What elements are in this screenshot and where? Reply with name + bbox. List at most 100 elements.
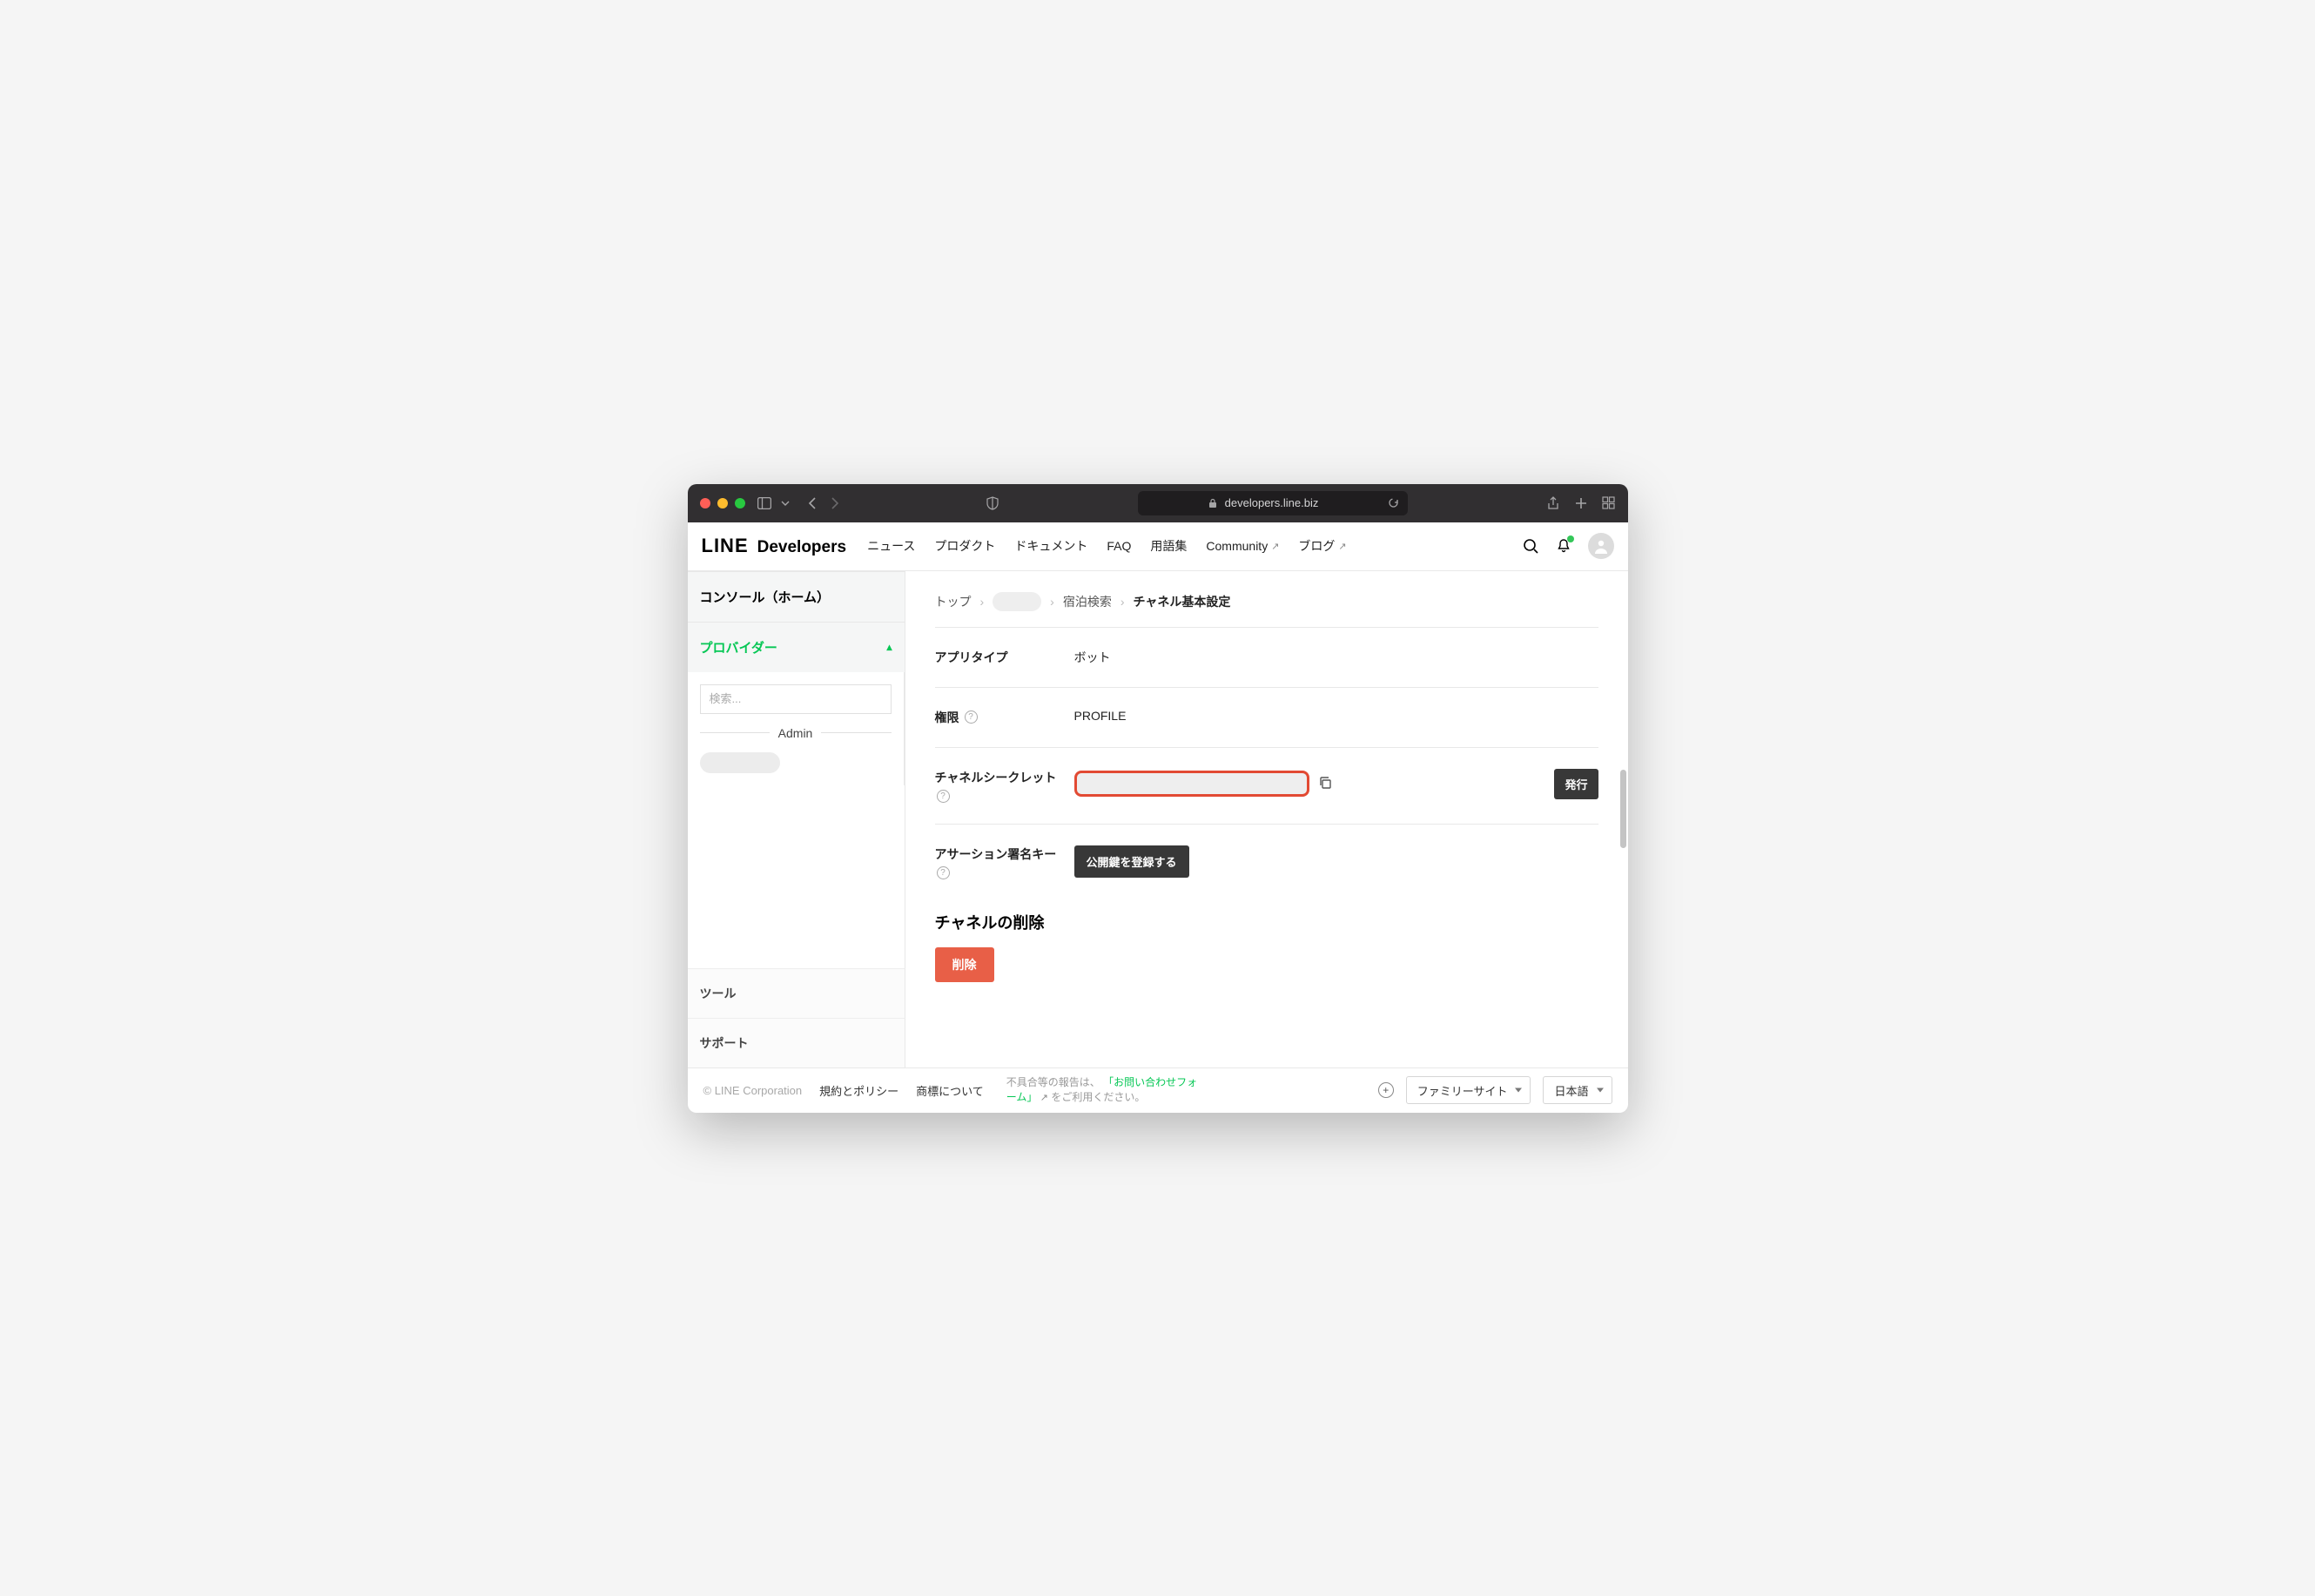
sidebar-provider-body: Admin — [688, 672, 905, 785]
shield-icon[interactable] — [986, 496, 999, 510]
scrollbar-thumb[interactable] — [1620, 770, 1626, 848]
sidebar-provider-label: プロバイダー — [700, 638, 777, 657]
search-icon[interactable] — [1522, 537, 1539, 555]
field-assertion-key: アサーション署名キー ? 公開鍵を登録する — [935, 825, 1598, 888]
sidebar-console-home-label: コンソール（ホーム） — [700, 588, 831, 606]
refresh-icon[interactable] — [1387, 496, 1401, 510]
help-icon[interactable]: ? — [937, 866, 950, 879]
sidebar-provider[interactable]: プロバイダー ▴ — [688, 623, 905, 672]
app-type-label: アプリタイプ — [935, 649, 1057, 666]
sidebar: コンソール（ホーム） プロバイダー ▴ Admin ツール — [688, 571, 905, 1067]
top-nav: ニュース プロダクト ドキュメント FAQ 用語集 Community ↗ ブロ… — [867, 537, 1347, 555]
sidebar-admin-header: Admin — [700, 726, 892, 740]
external-link-icon: ↗ — [1271, 541, 1279, 552]
footer-trademark-link[interactable]: 商標について — [916, 1082, 984, 1099]
address-bar[interactable]: developers.line.biz — [1138, 491, 1408, 515]
footer-note-pre: 不具合等の報告は、 — [1006, 1076, 1100, 1088]
field-app-type: アプリタイプ ボット — [935, 628, 1598, 688]
sidebar-support-label: サポート — [700, 1036, 749, 1050]
sidebar-admin-label: Admin — [778, 726, 813, 740]
nav-blog-label: ブログ — [1298, 537, 1335, 555]
language-label: 日本語 — [1554, 1082, 1588, 1099]
new-tab-icon[interactable] — [1574, 496, 1588, 510]
safari-window: developers.line.biz LINE Developers ニ — [688, 484, 1628, 1113]
breadcrumb-top[interactable]: トップ — [935, 593, 972, 610]
provider-search-input[interactable] — [700, 684, 892, 714]
notification-dot — [1567, 535, 1574, 542]
add-icon[interactable]: + — [1378, 1082, 1394, 1098]
external-link-icon: ↗ — [1338, 541, 1346, 552]
footer-copyright: © LINE Corporation — [703, 1084, 803, 1097]
brand-dev-text: Developers — [757, 538, 846, 557]
nav-products[interactable]: プロダクト — [934, 537, 995, 555]
family-site-label: ファミリーサイト — [1417, 1082, 1508, 1099]
language-select[interactable]: 日本語 — [1543, 1076, 1612, 1104]
field-channel-secret: チャネルシークレット ? 発行 — [935, 748, 1598, 825]
delete-section-title: チャネルの削除 — [935, 911, 1598, 933]
app-header: LINE Developers ニュース プロダクト ドキュメント FAQ 用語… — [688, 522, 1628, 571]
browser-titlebar: developers.line.biz — [688, 484, 1628, 522]
footer-note: 不具合等の報告は、 「お問い合わせフォーム」 ↗ をご利用ください。 — [1006, 1075, 1198, 1105]
nav-back-icon[interactable] — [806, 496, 820, 510]
chevron-right-icon: › — [1050, 595, 1054, 609]
permission-label: 権限 ? — [935, 709, 1057, 726]
help-icon[interactable]: ? — [937, 790, 950, 803]
sidebar-toggle-icon[interactable] — [757, 496, 771, 510]
permission-label-text: 権限 — [935, 709, 959, 726]
nav-faq[interactable]: FAQ — [1107, 539, 1131, 553]
family-site-select[interactable]: ファミリーサイト — [1406, 1076, 1531, 1104]
external-link-icon: ↗ — [1040, 1093, 1048, 1103]
assertion-key-label-text: アサーション署名キー — [935, 845, 1057, 863]
footer: © LINE Corporation 規約とポリシー 商標について 不具合等の報… — [688, 1067, 1628, 1113]
footer-terms-link[interactable]: 規約とポリシー — [819, 1082, 898, 1099]
nav-blog[interactable]: ブログ ↗ — [1298, 537, 1346, 555]
copy-icon[interactable] — [1318, 776, 1332, 792]
close-window-button[interactable] — [700, 498, 710, 508]
sidebar-support[interactable]: サポート — [688, 1018, 905, 1067]
nav-glossary[interactable]: 用語集 — [1150, 537, 1187, 555]
notifications-icon[interactable] — [1555, 537, 1572, 555]
share-icon[interactable] — [1546, 496, 1560, 510]
tab-overview-icon[interactable] — [1602, 496, 1616, 510]
user-avatar[interactable] — [1588, 533, 1614, 559]
nav-community[interactable]: Community ↗ — [1206, 539, 1279, 553]
breadcrumb-channel[interactable]: 宿泊検索 — [1063, 593, 1112, 610]
nav-forward-icon[interactable] — [827, 496, 841, 510]
chevron-down-icon[interactable] — [778, 496, 792, 510]
url-text: developers.line.biz — [1225, 496, 1319, 509]
app-type-value: ボット — [1074, 649, 1598, 666]
register-public-key-button[interactable]: 公開鍵を登録する — [1074, 845, 1189, 878]
minimize-window-button[interactable] — [717, 498, 728, 508]
delete-channel-button[interactable]: 削除 — [935, 947, 994, 982]
permission-value: PROFILE — [1074, 709, 1598, 723]
sidebar-provider-item[interactable] — [700, 752, 780, 773]
brand-line-text: LINE — [702, 535, 749, 557]
main-content: トップ › › 宿泊検索 › チャネル基本設定 アプリタイプ ボット 権限 ? … — [905, 571, 1628, 1067]
brand-logo[interactable]: LINE Developers — [702, 535, 847, 557]
chevron-right-icon: › — [980, 595, 985, 609]
sidebar-console-home[interactable]: コンソール（ホーム） — [688, 572, 905, 622]
breadcrumb-provider[interactable] — [993, 592, 1041, 611]
channel-secret-label-text: チャネルシークレット — [935, 769, 1057, 786]
lock-icon — [1206, 496, 1220, 510]
chevron-up-icon: ▴ — [886, 641, 892, 653]
channel-secret-value[interactable] — [1074, 771, 1309, 797]
issue-secret-button[interactable]: 発行 — [1554, 769, 1598, 799]
maximize-window-button[interactable] — [735, 498, 745, 508]
breadcrumb-current: チャネル基本設定 — [1134, 593, 1231, 610]
help-icon[interactable]: ? — [965, 710, 978, 724]
app-body: コンソール（ホーム） プロバイダー ▴ Admin ツール — [688, 571, 1628, 1067]
channel-secret-label: チャネルシークレット ? — [935, 769, 1057, 803]
chevron-right-icon: › — [1120, 595, 1125, 609]
sidebar-tools[interactable]: ツール — [688, 968, 905, 1018]
assertion-key-label: アサーション署名キー ? — [935, 845, 1057, 879]
breadcrumbs: トップ › › 宿泊検索 › チャネル基本設定 — [935, 592, 1598, 611]
nav-docs[interactable]: ドキュメント — [1014, 537, 1087, 555]
sidebar-tools-label: ツール — [700, 987, 737, 1000]
nav-community-label: Community — [1206, 539, 1268, 553]
traffic-lights — [700, 498, 745, 508]
footer-note-post: をご利用ください。 — [1051, 1091, 1145, 1103]
delete-section: チャネルの削除 削除 — [935, 888, 1598, 982]
nav-news[interactable]: ニュース — [867, 537, 915, 555]
field-permission: 権限 ? PROFILE — [935, 688, 1598, 748]
